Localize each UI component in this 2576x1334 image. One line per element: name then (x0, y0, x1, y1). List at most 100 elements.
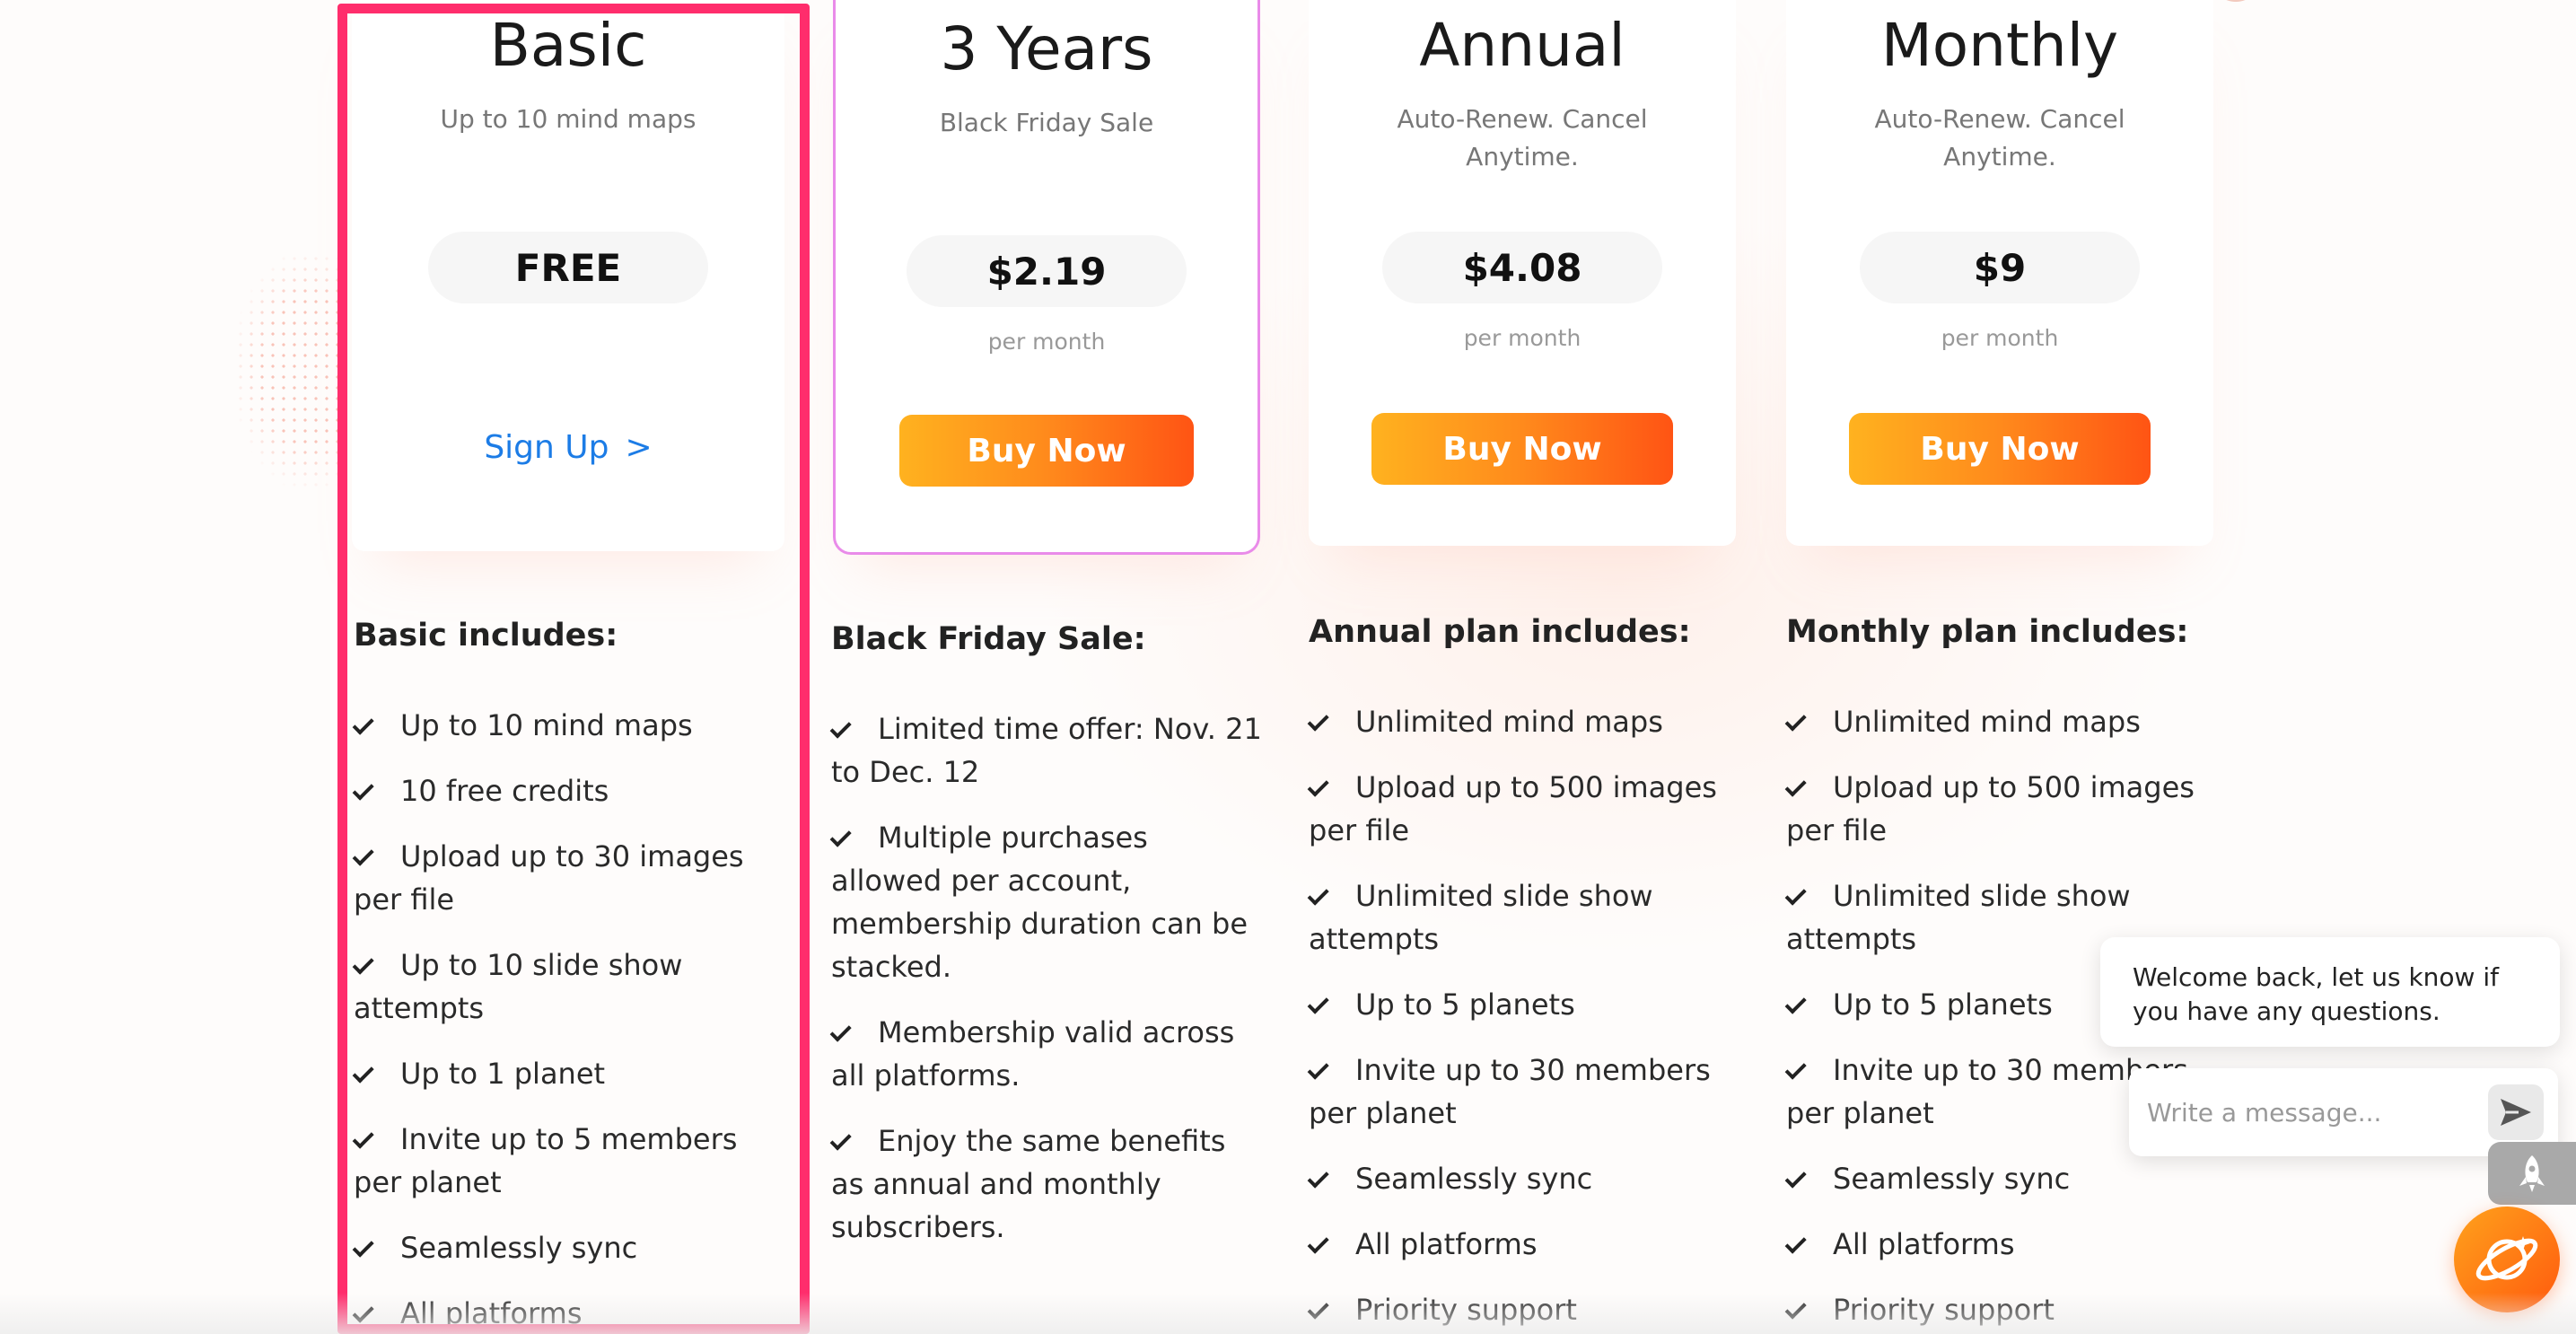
feature-item: Up to 5 planets (1307, 983, 1741, 1026)
feature-item: Unlimited mind maps (1784, 700, 2219, 743)
feature-item: Invite up to 30 members per planet (1307, 1049, 1741, 1135)
check-icon (1307, 775, 1329, 797)
planet-icon (2475, 1236, 2538, 1281)
sign-up-label: Sign Up (484, 429, 609, 466)
sign-up-link[interactable]: Sign Up > (352, 429, 784, 466)
plan-title: Basic (489, 11, 647, 80)
feature-text: Upload up to 500 images per file (1786, 770, 2195, 847)
check-icon (352, 713, 374, 735)
feature-item: Seamlessly sync (352, 1226, 793, 1269)
feature-text: Unlimited slide show attempts (1786, 879, 2131, 956)
check-icon (1784, 883, 1807, 906)
send-button[interactable] (2488, 1084, 2544, 1140)
feature-item: Multiple purchases allowed per account, … (829, 816, 1264, 988)
feature-text: Multiple purchases allowed per account, … (831, 821, 1248, 984)
check-icon (352, 952, 374, 975)
feature-item: All platforms (1784, 1223, 2219, 1266)
plan-card-annual: Annual Auto-Renew. Cancel Anytime. $4.08… (1309, 0, 1736, 546)
check-icon (829, 716, 852, 739)
feature-text: All platforms (1355, 1227, 1538, 1261)
annual-feature-list: Unlimited mind maps Upload up to 500 imag… (1307, 700, 1741, 1334)
chevron-right-icon: > (625, 429, 653, 466)
feature-item: Up to 10 slide show attempts (352, 943, 793, 1030)
check-icon (1307, 1166, 1329, 1189)
feature-item: Unlimited slide show attempts (1307, 874, 1741, 961)
feature-item: All platforms (1307, 1223, 1741, 1266)
feature-item: Upload up to 30 images per file (352, 835, 793, 921)
check-icon (1307, 1058, 1329, 1080)
plan-title: Annual (1419, 11, 1625, 80)
plan-subtitle: Auto-Renew. Cancel Anytime. (1397, 104, 1648, 171)
feature-item: Membership valid across all platforms. (829, 1011, 1264, 1097)
check-icon (1784, 1232, 1807, 1254)
check-icon (1307, 1232, 1329, 1254)
black-friday-heading: Black Friday Sale: (831, 621, 1146, 657)
chat-message-input[interactable] (2147, 1086, 2470, 1138)
check-icon (352, 778, 374, 801)
check-icon (1784, 775, 1807, 797)
plan-title: 3 Years (940, 14, 1153, 83)
basic-includes-heading: Basic includes: (354, 618, 618, 654)
plan-title: Monthly (1880, 11, 2119, 80)
plan-price: $2.19 (907, 235, 1187, 307)
plan-card-monthly: Monthly Auto-Renew. Cancel Anytime. $9 p… (1786, 0, 2213, 546)
feature-text: Seamlessly sync (400, 1231, 638, 1265)
rocket-icon (2519, 1155, 2545, 1192)
plan-price: FREE (428, 232, 708, 303)
feature-item: Seamlessly sync (1784, 1157, 2219, 1200)
feature-text: Invite up to 30 members per planet (1309, 1053, 1711, 1130)
plan-subtitle: Black Friday Sale (939, 108, 1154, 137)
check-icon (352, 1235, 374, 1258)
check-icon (1784, 709, 1807, 732)
feature-text: Up to 10 slide show attempts (354, 948, 683, 1025)
feature-text: Invite up to 5 members per planet (354, 1122, 738, 1199)
annual-includes-heading: Annual plan includes: (1309, 614, 1691, 650)
check-icon (829, 1020, 852, 1042)
feature-item: 10 free credits (352, 769, 793, 812)
feature-item: Enjoy the same benefits as annual and mo… (829, 1119, 1264, 1249)
buy-now-button[interactable]: Buy Now (1371, 413, 1673, 485)
check-icon (352, 844, 374, 866)
check-icon (1784, 992, 1807, 1014)
feature-text: Upload up to 500 images per file (1309, 770, 1717, 847)
buy-now-button[interactable]: Buy Now (899, 415, 1194, 487)
check-icon (1307, 883, 1329, 906)
check-icon (1307, 709, 1329, 732)
check-icon (1784, 1166, 1807, 1189)
feature-text: Limited time offer: Nov. 21 to Dec. 12 (831, 712, 1262, 789)
black-friday-feature-list: Limited time offer: Nov. 21 to Dec. 12 Mu… (829, 707, 1264, 1271)
price-period: per month (1463, 325, 1582, 351)
feature-text: Upload up to 30 images per file (354, 839, 744, 917)
check-icon (352, 1127, 374, 1149)
feature-text: Up to 10 mind maps (400, 708, 693, 742)
feature-text: 10 free credits (400, 774, 609, 808)
feature-text: Seamlessly sync (1833, 1162, 2071, 1196)
feature-text: All platforms (1833, 1227, 2015, 1261)
feature-item: Up to 10 mind maps (352, 704, 793, 747)
back-to-top-button[interactable] (2488, 1142, 2576, 1205)
check-icon (829, 825, 852, 847)
bottom-scroll-fade (0, 1293, 2576, 1334)
plan-subtitle: Up to 10 mind maps (440, 104, 697, 134)
feature-item: Upload up to 500 images per file (1307, 766, 1741, 852)
monthly-includes-heading: Monthly plan includes: (1786, 614, 2189, 650)
buy-now-button[interactable]: Buy Now (1849, 413, 2151, 485)
feature-item: Upload up to 500 images per file (1784, 766, 2219, 852)
feature-item: Invite up to 5 members per planet (352, 1118, 793, 1204)
feature-text: Membership valid across all platforms. (831, 1015, 1235, 1093)
check-icon (1307, 992, 1329, 1014)
feature-text: Invite up to 30 members per planet (1786, 1053, 2188, 1130)
check-icon (829, 1128, 852, 1151)
price-period: per month (1941, 325, 2059, 351)
background-ring-decoration (2210, 0, 2262, 2)
feature-item: Seamlessly sync (1307, 1157, 1741, 1200)
price-period: per month (987, 329, 1106, 355)
feature-item: Limited time offer: Nov. 21 to Dec. 12 (829, 707, 1264, 794)
check-icon (352, 1061, 374, 1084)
basic-feature-list: Up to 10 mind maps 10 free credits Upload … (352, 704, 793, 1334)
feature-text: Unlimited slide show attempts (1309, 879, 1653, 956)
background-dot-pattern (235, 253, 343, 487)
check-icon (1784, 1058, 1807, 1080)
feature-text: Enjoy the same benefits as annual and mo… (831, 1124, 1226, 1244)
plan-card-basic: Basic Up to 10 mind maps FREE Sign Up > (352, 0, 784, 551)
